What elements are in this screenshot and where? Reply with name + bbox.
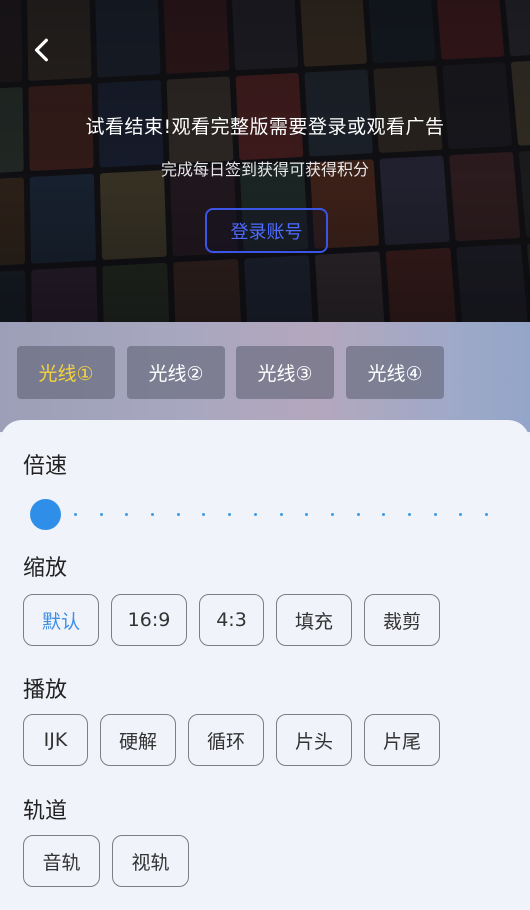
- zoom-fill-button[interactable]: 填充: [276, 594, 352, 646]
- audio-track-button[interactable]: 音轨: [23, 835, 100, 887]
- speed-slider[interactable]: [30, 499, 492, 530]
- speed-tick-dot: [99, 512, 103, 516]
- speed-tick-dot: [407, 512, 411, 516]
- playback-hw-decode-button[interactable]: 硬解: [100, 714, 176, 766]
- line-selector: 光线① 光线② 光线③ 光线④: [0, 322, 530, 432]
- playback-options: IJK 硬解 循环 片头 片尾: [23, 714, 440, 766]
- trial-ended-message: 试看结束!观看完整版需要登录或观看广告: [85, 116, 445, 138]
- zoom-options: 默认 16:9 4:3 填充 裁剪: [23, 594, 440, 646]
- speed-tick-dot: [305, 512, 309, 516]
- speed-tick-dot: [330, 512, 334, 516]
- line-button-1[interactable]: 光线①: [17, 346, 115, 399]
- playback-outro-button[interactable]: 片尾: [364, 714, 440, 766]
- playback-title: 播放: [23, 678, 68, 703]
- speed-tick-dot: [485, 512, 488, 516]
- speed-tick-dot: [459, 512, 463, 516]
- speed-tick-dot: [176, 512, 180, 516]
- playback-loop-button[interactable]: 循环: [188, 714, 264, 766]
- playback-ijk-button[interactable]: IJK: [23, 714, 88, 766]
- chevron-left-icon: [34, 38, 48, 62]
- speed-tick-dot: [202, 512, 206, 516]
- video-player[interactable]: 试看结束!观看完整版需要登录或观看广告 完成每日签到获得可获得积分 登录账号: [0, 0, 530, 322]
- video-track-button[interactable]: 视轨: [112, 835, 189, 887]
- zoom-title: 缩放: [23, 556, 68, 581]
- track-title: 轨道: [23, 799, 68, 824]
- speed-tick-dot: [279, 512, 283, 516]
- line-button-4[interactable]: 光线④: [346, 346, 444, 399]
- login-button[interactable]: 登录账号: [205, 208, 328, 253]
- speed-tick-dot: [228, 512, 232, 516]
- speed-slider-ticks: [74, 512, 488, 516]
- speed-tick-dot: [382, 512, 386, 516]
- speed-title: 倍速: [23, 454, 68, 479]
- playback-intro-button[interactable]: 片头: [276, 714, 352, 766]
- track-options: 音轨 视轨: [23, 835, 189, 887]
- zoom-crop-button[interactable]: 裁剪: [364, 594, 440, 646]
- speed-tick-dot: [125, 512, 129, 516]
- speed-tick-dot: [151, 512, 155, 516]
- speed-tick-dot: [356, 512, 360, 516]
- line-button-3[interactable]: 光线③: [236, 346, 334, 399]
- speed-tick-dot: [253, 512, 257, 516]
- zoom-16-9-button[interactable]: 16:9: [111, 594, 187, 646]
- zoom-4-3-button[interactable]: 4:3: [199, 594, 264, 646]
- speed-tick-dot: [433, 512, 437, 516]
- settings-panel: 倍速 缩放 默认 16:9 4:3 填充 裁剪 播放 IJK 硬解 循环 片头 …: [0, 420, 530, 910]
- speed-tick-dot: [74, 512, 77, 516]
- back-button[interactable]: [22, 30, 62, 70]
- speed-slider-thumb[interactable]: [30, 499, 61, 530]
- checkin-message: 完成每日签到获得可获得积分: [160, 160, 369, 179]
- zoom-default-button[interactable]: 默认: [23, 594, 99, 646]
- line-button-2[interactable]: 光线②: [127, 346, 225, 399]
